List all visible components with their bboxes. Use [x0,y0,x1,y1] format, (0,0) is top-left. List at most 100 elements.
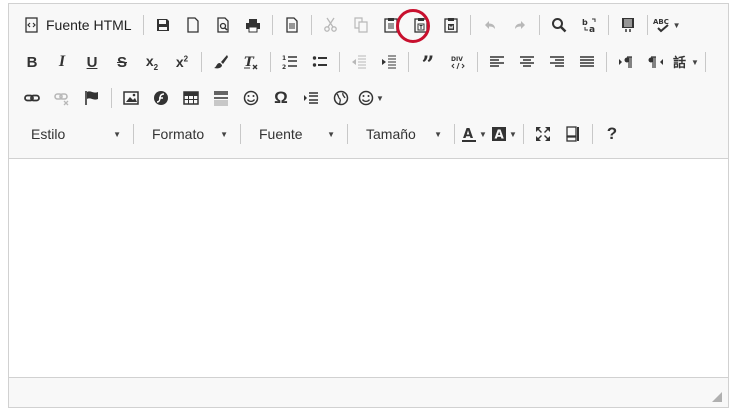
emoji-button[interactable]: ▼ [357,84,385,112]
align-left-icon [490,56,504,67]
new-page-button[interactable] [179,11,207,39]
editor-content-area[interactable] [9,159,728,379]
image-button[interactable] [117,84,145,112]
page-break-button[interactable] [297,84,325,112]
maximize-icon [536,127,550,141]
copy-icon [353,17,368,33]
copy-button[interactable] [347,11,375,39]
search-icon [551,18,566,33]
redo-button[interactable] [506,11,534,39]
text-direction-rtl-button[interactable] [642,48,670,76]
font-combo[interactable]: Fuente ▼ [245,121,343,147]
spellcheck-button[interactable]: ABC ▼ [653,11,681,39]
show-blocks-button[interactable] [559,120,587,148]
save-button[interactable] [149,11,177,39]
paste-word-icon [443,18,458,33]
svg-text:2: 2 [282,64,286,70]
underline-button[interactable]: U [78,48,106,76]
paste-button[interactable] [377,11,405,39]
svg-text:ABC: ABC [653,18,669,26]
undo-icon [484,21,495,29]
replace-button[interactable]: ba [575,11,603,39]
undo-button[interactable] [476,11,504,39]
toolbar-separator [408,52,409,72]
omega-icon: Ω [274,88,288,107]
size-combo[interactable]: Tamaño ▼ [352,121,450,147]
numbered-list-button[interactable]: 12 [276,48,304,76]
ltr-icon [619,56,632,68]
editor-status-bar [9,377,728,407]
anchor-button[interactable] [78,84,106,112]
select-all-button[interactable] [614,11,642,39]
background-color-button[interactable]: A ▼ [490,120,518,148]
link-button[interactable] [18,84,46,112]
toolbar-separator [705,52,706,72]
special-char-button[interactable]: Ω [267,84,295,112]
paste-as-text-button[interactable] [407,11,435,39]
subscript-button[interactable]: x2 [138,48,166,76]
print-button[interactable] [239,11,267,39]
align-right-button[interactable] [543,48,571,76]
bold-button[interactable]: B [18,48,46,76]
chevron-down-icon: ▼ [672,20,681,30]
svg-text:DIV: DIV [451,56,463,63]
show-blocks-icon [566,126,579,142]
align-center-button[interactable] [513,48,541,76]
toolbar-separator [592,124,593,144]
language-button[interactable]: 話 ▼ [672,48,700,76]
background-color-icon: A [492,127,507,142]
chevron-down-icon: ▼ [327,129,335,139]
svg-text:b: b [582,18,588,27]
create-div-button[interactable]: DIV [444,48,472,76]
smiley-button[interactable] [237,84,265,112]
save-icon [156,19,169,31]
cut-button[interactable] [317,11,345,39]
flag-icon [85,91,98,105]
bulleted-list-button[interactable] [306,48,334,76]
remove-format-icon: T [244,55,258,70]
font-combo-label: Fuente [259,126,303,142]
increase-indent-button[interactable] [375,48,403,76]
underline-icon: U [86,53,98,71]
cut-icon [323,17,337,32]
help-icon: ? [606,124,618,143]
iframe-button[interactable] [327,84,355,112]
text-color-button[interactable]: A ▼ [460,120,488,148]
paintbrush-icon [214,55,228,69]
toolbar-row-1: Fuente HTML b a ABC ▼ [17,9,682,41]
replace-icon: ba [582,18,596,33]
italic-button[interactable]: I [48,48,76,76]
maximize-button[interactable] [529,120,557,148]
outdent-icon [352,55,366,69]
resize-handle-icon[interactable] [712,392,722,402]
toolbar-separator [310,15,312,35]
justify-button[interactable] [573,48,601,76]
unlink-button[interactable] [48,84,76,112]
flash-button[interactable] [147,84,175,112]
templates-button[interactable] [278,11,306,39]
find-button[interactable] [545,11,573,39]
div-container-icon: DIV [451,56,465,70]
superscript-button[interactable]: x2 [168,48,196,76]
align-left-button[interactable] [483,48,511,76]
toolbar-row-3: Ω ▼ [17,82,386,114]
chevron-down-icon: ▼ [434,129,442,139]
paste-from-word-button[interactable] [437,11,465,39]
italic-icon: I [58,53,66,70]
preview-button[interactable] [209,11,237,39]
preview-icon [216,17,229,33]
copy-formatting-button[interactable] [207,48,235,76]
help-button[interactable]: ? [598,120,626,148]
decrease-indent-button[interactable] [345,48,373,76]
chevron-down-icon: ▼ [220,129,228,139]
horizontal-rule-button[interactable] [207,84,235,112]
remove-format-button[interactable]: T [237,48,265,76]
blockquote-button[interactable]: ” [414,48,442,76]
source-button[interactable]: Fuente HTML [18,11,138,39]
align-justify-icon [580,56,594,67]
strikethrough-button[interactable]: S [108,48,136,76]
text-direction-ltr-button[interactable] [612,48,640,76]
format-combo[interactable]: Formato ▼ [138,121,236,147]
table-button[interactable] [177,84,205,112]
style-combo[interactable]: Estilo ▼ [17,121,129,147]
